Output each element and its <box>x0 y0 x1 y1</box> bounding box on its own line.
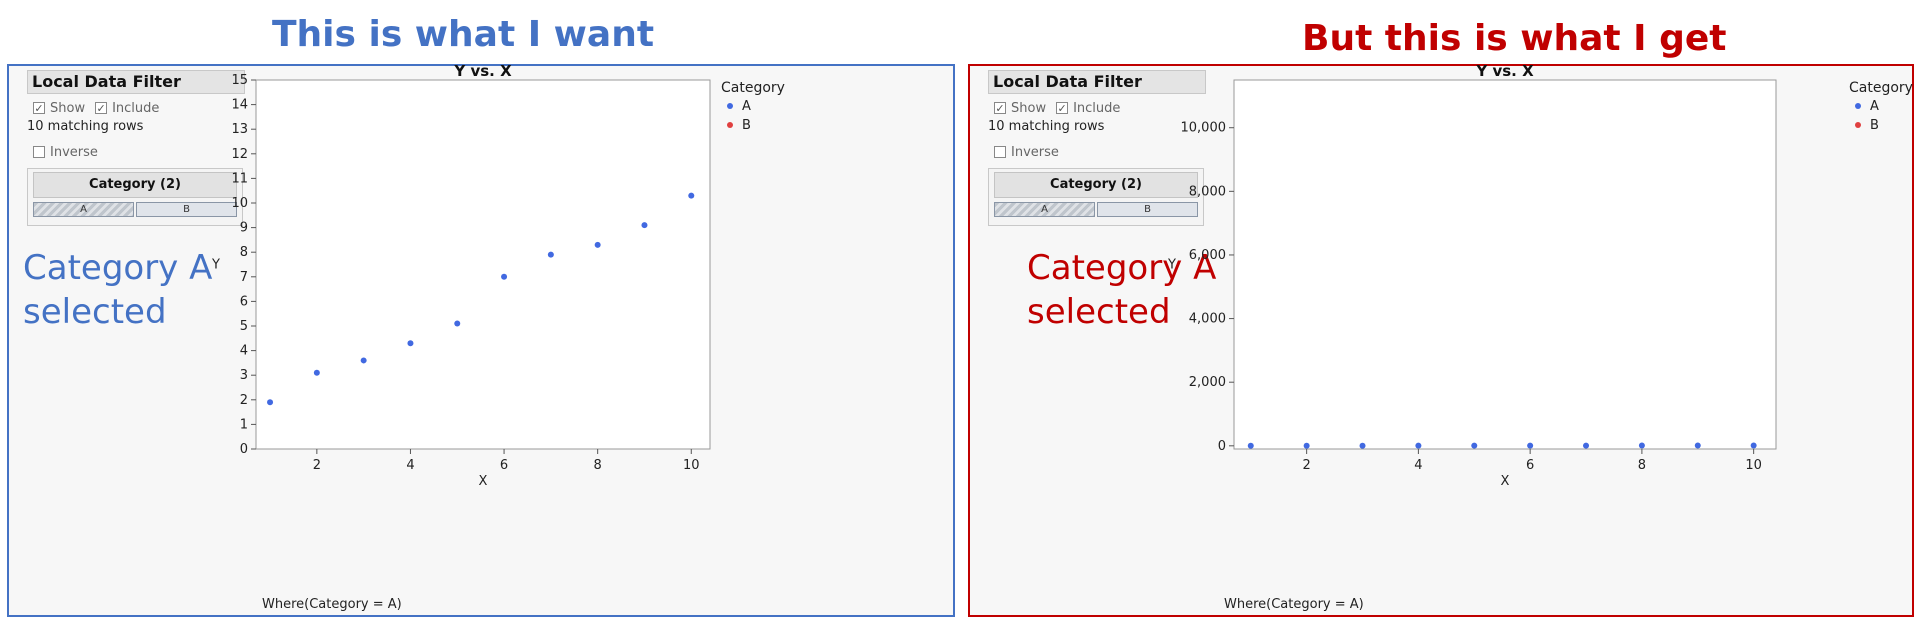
y-tick-label: 6,000 <box>1189 248 1226 263</box>
data-point <box>641 222 648 229</box>
data-point <box>454 320 461 327</box>
y-tick-label: 0 <box>1218 439 1226 454</box>
data-point <box>688 192 695 199</box>
y-axis-label: Y <box>1167 258 1176 273</box>
x-tick-label: 2 <box>313 458 321 473</box>
y-tick-label: 13 <box>231 122 248 137</box>
panel-get: Local Data Filter ✓ Show ✓ Include 10 ma… <box>968 62 1914 617</box>
legend-label: A <box>1870 99 1879 114</box>
where-clause: Where(Category = A) <box>1224 597 1364 612</box>
data-point <box>313 369 320 376</box>
plot-frame <box>1233 79 1777 450</box>
heading-want: This is what I want <box>272 14 655 55</box>
legend-label: B <box>1870 118 1879 133</box>
heading-get: But this is what I get <box>1302 18 1727 59</box>
y-axis-label: Y <box>211 258 220 273</box>
x-tick-label: 10 <box>1745 458 1762 473</box>
y-tick-label: 0 <box>240 442 248 457</box>
data-point <box>1471 442 1478 449</box>
data-point <box>360 357 367 364</box>
data-point <box>1694 442 1701 449</box>
data-point <box>1638 442 1645 449</box>
data-point <box>1415 442 1422 449</box>
y-tick-label: 7 <box>240 270 248 285</box>
data-point <box>1303 442 1310 449</box>
plot-frame <box>255 79 711 450</box>
y-tick-label: 10 <box>231 196 248 211</box>
data-point <box>1750 442 1757 449</box>
y-tick-label: 8,000 <box>1189 184 1226 199</box>
legend-label: B <box>742 118 751 133</box>
y-tick-label: 12 <box>231 147 248 162</box>
y-tick-label: 3 <box>240 368 248 383</box>
x-tick-label: 4 <box>406 458 414 473</box>
legend-marker <box>1855 103 1861 109</box>
y-tick-label: 2,000 <box>1189 375 1226 390</box>
y-tick-label: 8 <box>240 245 248 260</box>
y-tick-label: 14 <box>231 98 248 113</box>
data-point <box>547 251 554 258</box>
data-point <box>1359 442 1366 449</box>
x-tick-label: 10 <box>683 458 700 473</box>
y-tick-label: 10,000 <box>1181 121 1227 136</box>
x-axis-label: X <box>479 474 488 489</box>
data-point <box>501 273 508 280</box>
panel-want: Local Data Filter ✓ Show ✓ Include 10 ma… <box>7 62 955 617</box>
data-point <box>1247 442 1254 449</box>
y-tick-label: 1 <box>240 417 248 432</box>
where-clause: Where(Category = A) <box>262 597 402 612</box>
y-tick-label: 2 <box>240 393 248 408</box>
y-tick-label: 9 <box>240 221 248 236</box>
y-tick-label: 15 <box>231 73 248 88</box>
chart-title: Y vs. X <box>1475 62 1534 80</box>
data-point <box>1583 442 1590 449</box>
x-tick-label: 8 <box>1638 458 1646 473</box>
x-axis-label: X <box>1501 474 1510 489</box>
y-tick-label: 11 <box>231 171 248 186</box>
x-tick-label: 8 <box>594 458 602 473</box>
data-point <box>407 340 414 347</box>
legend-label: A <box>742 99 751 114</box>
x-tick-label: 2 <box>1302 458 1310 473</box>
chart-title: Y vs. X <box>453 62 512 80</box>
legend-title: Category <box>721 80 785 96</box>
scatter-plot: Y vs. X 0 2,000 4,000 6,000 8,000 10,000 2 4 6 8 10… <box>1167 62 1913 489</box>
y-tick-label: 6 <box>240 294 248 309</box>
x-tick-label: 4 <box>1414 458 1422 473</box>
legend-marker <box>727 103 733 109</box>
x-tick-label: 6 <box>500 458 508 473</box>
y-tick-label: 5 <box>240 319 248 334</box>
legend-title: Category <box>1849 80 1913 96</box>
y-tick-label: 4,000 <box>1189 312 1226 327</box>
scatter-plot: Y vs. X01234567891011121314152 4 6 8 10XYCat… <box>211 62 785 489</box>
data-point <box>1527 442 1534 449</box>
legend-marker <box>727 122 733 128</box>
data-point <box>594 241 601 248</box>
legend-marker <box>1855 122 1861 128</box>
data-point <box>267 399 274 406</box>
x-tick-label: 6 <box>1526 458 1534 473</box>
y-tick-label: 4 <box>240 344 248 359</box>
